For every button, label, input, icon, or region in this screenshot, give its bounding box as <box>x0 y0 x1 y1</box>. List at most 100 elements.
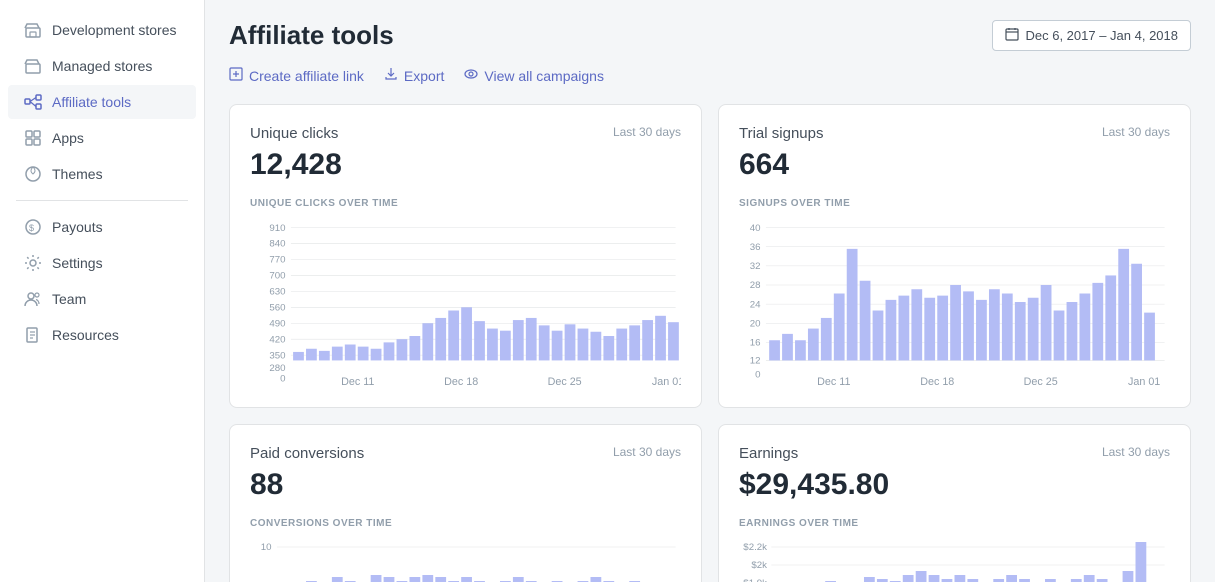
sidebar-item-label: Settings <box>52 255 103 271</box>
sidebar-item-label: Managed stores <box>52 58 152 74</box>
svg-text:$: $ <box>29 223 34 233</box>
export-icon <box>384 67 398 84</box>
card-value: 664 <box>739 148 1170 182</box>
svg-text:0: 0 <box>755 369 760 380</box>
view-campaigns-label: View all campaigns <box>484 68 604 84</box>
svg-text:Dec 18: Dec 18 <box>444 376 478 387</box>
sidebar-item-label: Payouts <box>52 219 103 235</box>
create-affiliate-link-button[interactable]: Create affiliate link <box>229 67 364 84</box>
card-period: Last 30 days <box>1102 445 1170 459</box>
svg-text:350: 350 <box>269 350 285 361</box>
paid-conversions-card: Paid conversions Last 30 days 88 Convers… <box>229 424 702 582</box>
svg-text:10: 10 <box>261 542 272 552</box>
sidebar-item-themes[interactable]: Themes <box>8 157 196 191</box>
trial-signups-card: Trial signups Last 30 days 664 Signups o… <box>718 104 1191 408</box>
svg-text:Jan 01: Jan 01 <box>652 376 681 387</box>
svg-text:Dec 11: Dec 11 <box>817 376 850 387</box>
create-link-label: Create affiliate link <box>249 68 364 84</box>
sidebar-divider <box>16 200 188 201</box>
svg-text:Dec 25: Dec 25 <box>1024 376 1058 387</box>
sidebar-item-apps[interactable]: Apps <box>8 121 196 155</box>
date-range-text: Dec 6, 2017 – Jan 4, 2018 <box>1025 28 1178 43</box>
card-period: Last 30 days <box>1102 125 1170 139</box>
view-campaigns-button[interactable]: View all campaigns <box>464 67 604 84</box>
sidebar-item-label: Themes <box>52 166 103 182</box>
sidebar: Development stores Managed stores Affili… <box>0 0 205 582</box>
trial-signups-chart: 40 36 32 28 24 20 16 12 0 <box>739 217 1170 387</box>
sidebar-item-payouts[interactable]: $ Payouts <box>8 210 196 244</box>
svg-text:770: 770 <box>269 255 285 266</box>
sidebar-item-affiliate-tools[interactable]: Affiliate tools <box>8 85 196 119</box>
svg-text:16: 16 <box>750 338 761 349</box>
card-header: Trial signups Last 30 days <box>739 125 1170 142</box>
card-title: Earnings <box>739 445 798 462</box>
sidebar-item-resources[interactable]: Resources <box>8 318 196 352</box>
svg-text:700: 700 <box>269 271 285 282</box>
chart-label: Signups over time <box>739 198 1170 209</box>
resources-icon <box>24 326 42 344</box>
affiliate-icon <box>24 93 42 111</box>
unique-clicks-chart: 910 840 770 700 630 560 490 420 350 280 … <box>250 217 681 387</box>
svg-text:Dec 25: Dec 25 <box>548 376 582 387</box>
sidebar-item-label: Team <box>52 291 86 307</box>
card-title: Unique clicks <box>250 125 338 142</box>
unique-clicks-card: Unique clicks Last 30 days 12,428 Unique… <box>229 104 702 408</box>
sidebar-item-development-stores[interactable]: Development stores <box>8 13 196 47</box>
svg-text:20: 20 <box>750 318 761 329</box>
managed-store-icon <box>24 57 42 75</box>
svg-text:560: 560 <box>269 303 285 314</box>
card-header: Earnings Last 30 days <box>739 445 1170 462</box>
card-period: Last 30 days <box>613 445 681 459</box>
svg-text:910: 910 <box>269 223 285 234</box>
card-value: $29,435.80 <box>739 468 1170 502</box>
chart-label: Conversions over time <box>250 518 681 529</box>
svg-text:$2k: $2k <box>751 560 767 570</box>
store-icon <box>24 21 42 39</box>
svg-text:12: 12 <box>750 356 761 367</box>
sidebar-item-team[interactable]: Team <box>8 282 196 316</box>
svg-text:$1.9k: $1.9k <box>743 578 767 582</box>
sidebar-item-label: Affiliate tools <box>52 94 131 110</box>
calendar-icon <box>1005 27 1019 44</box>
svg-text:40: 40 <box>750 223 761 234</box>
svg-text:630: 630 <box>269 287 285 298</box>
team-icon <box>24 290 42 308</box>
card-title: Paid conversions <box>250 445 364 462</box>
svg-text:0: 0 <box>280 374 285 385</box>
export-label: Export <box>404 68 444 84</box>
svg-text:28: 28 <box>750 280 761 291</box>
svg-text:280: 280 <box>269 363 285 374</box>
date-range-button[interactable]: Dec 6, 2017 – Jan 4, 2018 <box>992 20 1191 51</box>
chart-label: Earnings over time <box>739 518 1170 529</box>
settings-icon <box>24 254 42 272</box>
svg-text:Dec 18: Dec 18 <box>920 376 954 387</box>
card-title: Trial signups <box>739 125 823 142</box>
earnings-card: Earnings Last 30 days $29,435.80 Earning… <box>718 424 1191 582</box>
chart-label: Unique clicks over time <box>250 198 681 209</box>
apps-icon <box>24 129 42 147</box>
card-period: Last 30 days <box>613 125 681 139</box>
svg-text:490: 490 <box>269 318 285 329</box>
toolbar: Create affiliate link Export View all ca… <box>229 67 1191 84</box>
svg-text:Jan 01: Jan 01 <box>1128 376 1160 387</box>
svg-text:32: 32 <box>750 261 761 272</box>
page-header: Affiliate tools Dec 6, 2017 – Jan 4, 201… <box>229 20 1191 51</box>
svg-text:$2.2k: $2.2k <box>743 542 767 552</box>
sidebar-item-settings[interactable]: Settings <box>8 246 196 280</box>
earnings-chart: $2.2k $2k $1.9k <box>739 537 1170 582</box>
themes-icon <box>24 165 42 183</box>
link-icon <box>229 67 243 84</box>
card-header: Paid conversions Last 30 days <box>250 445 681 462</box>
export-button[interactable]: Export <box>384 67 444 84</box>
sidebar-item-managed-stores[interactable]: Managed stores <box>8 49 196 83</box>
card-value: 88 <box>250 468 681 502</box>
card-header: Unique clicks Last 30 days <box>250 125 681 142</box>
sidebar-item-label: Apps <box>52 130 84 146</box>
cards-grid: Unique clicks Last 30 days 12,428 Unique… <box>229 104 1191 582</box>
eye-icon <box>464 67 478 84</box>
svg-text:24: 24 <box>750 299 761 310</box>
main-content: Affiliate tools Dec 6, 2017 – Jan 4, 201… <box>205 0 1215 582</box>
svg-text:36: 36 <box>750 242 761 253</box>
sidebar-item-label: Development stores <box>52 22 177 38</box>
page-title: Affiliate tools <box>229 20 394 51</box>
